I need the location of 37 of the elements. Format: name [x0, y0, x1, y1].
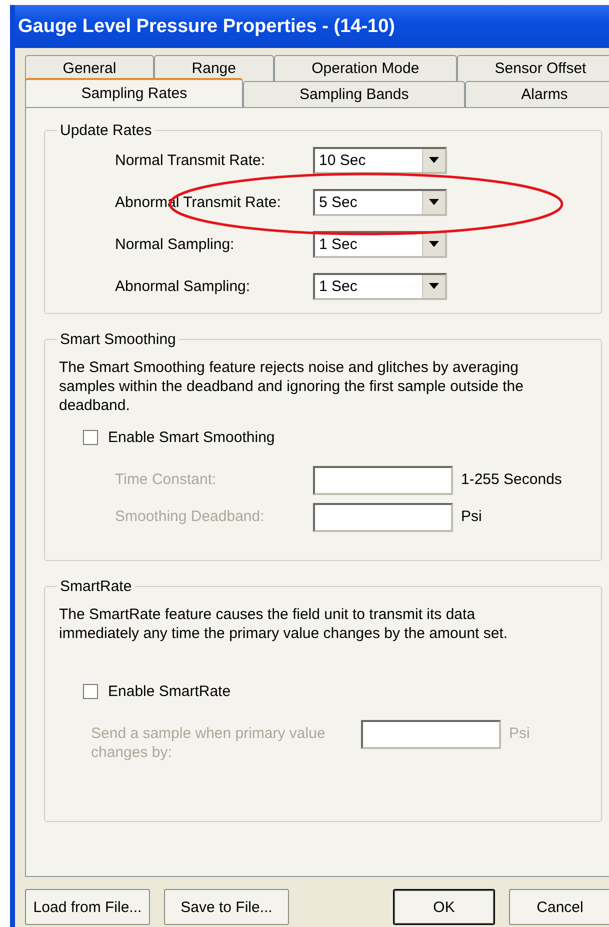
dropdown-arrow-icon — [429, 157, 439, 163]
tab[interactable]: Operation Mode — [274, 55, 457, 81]
dialog-button[interactable]: Load from File... — [25, 889, 150, 925]
dropdown-field[interactable]: 1 Sec — [313, 230, 447, 258]
field-label: Abnormal Sampling: — [115, 278, 252, 294]
field-label: Smoothing Deadband: — [115, 507, 266, 526]
tab[interactable]: Sampling Bands — [243, 81, 465, 107]
checkbox[interactable] — [83, 430, 98, 445]
field-label: Send a sample when primary value changes by: — [91, 724, 326, 762]
field-label: Time Constant: — [115, 470, 218, 489]
field-label: Normal Transmit Rate: — [115, 152, 266, 168]
window-title: Gauge Level Pressure Properties - (14-10) — [18, 16, 395, 38]
dialog-button[interactable]: Cancel — [509, 889, 609, 925]
checkbox-label: Enable SmartRate — [108, 683, 231, 700]
dropdown-arrow-icon — [429, 283, 439, 289]
group-title: Update Rates — [59, 122, 153, 139]
group-title: Smart Smoothing — [59, 331, 177, 348]
group-title: SmartRate — [59, 578, 133, 595]
dropdown-field[interactable]: 10 Sec — [313, 146, 447, 174]
tab[interactable]: Sensor Offset — [456, 55, 609, 81]
unit-label: 1-255 Seconds — [461, 470, 562, 488]
unit-label: Psi — [509, 724, 530, 742]
checkbox[interactable] — [83, 684, 98, 699]
tab[interactable]: Range — [154, 55, 274, 81]
description-text: The Smart Smoothing feature rejects noise and glitches by averaging samples within the deadband and ignoring the first sample outside the deadband. — [59, 358, 524, 415]
dialog-button[interactable]: OK — [393, 889, 495, 925]
tab[interactable]: Alarms — [464, 81, 609, 107]
checkbox-label: Enable Smart Smoothing — [108, 429, 275, 446]
field-label: Normal Sampling: — [115, 236, 236, 252]
dropdown-arrow-icon — [429, 199, 439, 205]
description-text: The SmartRate feature causes the field unit to transmit its data immediately any time the primary value changes by the amount set. — [59, 605, 509, 643]
tab[interactable]: Sampling Rates — [25, 78, 244, 107]
dropdown-field[interactable]: 1 Sec — [313, 272, 447, 300]
dialog-button[interactable]: Save to File... — [164, 889, 289, 925]
unit-label: Psi — [461, 507, 482, 525]
dropdown-arrow-icon — [429, 241, 439, 247]
dropdown-field[interactable]: 5 Sec — [313, 188, 447, 216]
